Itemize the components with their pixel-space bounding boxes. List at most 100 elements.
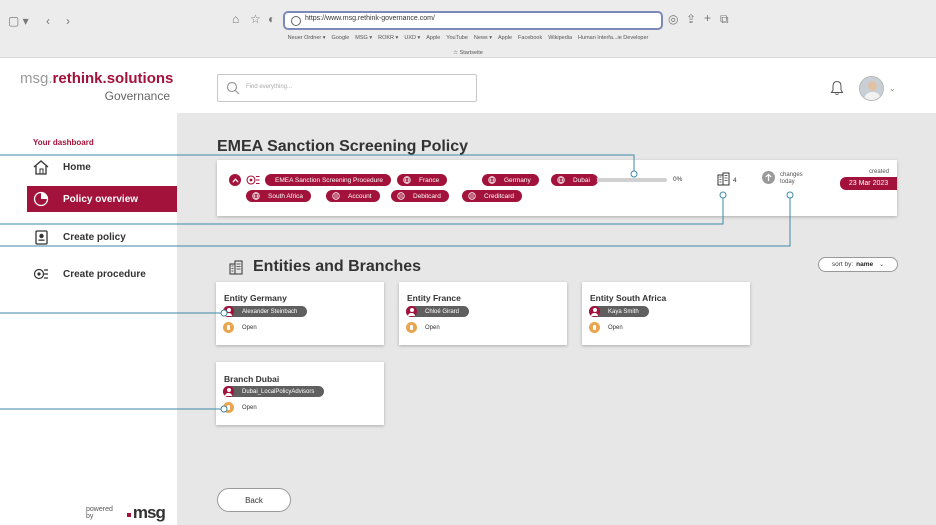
avatar[interactable] (859, 76, 884, 101)
bookmark-item[interactable]: Apple (426, 35, 440, 41)
policy-summary-card: EMEA Sanction Screening Procedure France… (217, 160, 897, 216)
created-label: created (868, 169, 889, 175)
collapse-icon[interactable] (229, 174, 241, 186)
tag-label: Debitcard (413, 192, 441, 200)
globe-icon (557, 176, 565, 184)
status-icon (406, 322, 417, 333)
person-pill[interactable]: Kaya Smith (589, 306, 649, 317)
tag-label: Creditcard (484, 192, 514, 200)
entity-card[interactable]: Branch Dubai Dubai_LocalPolicyAdvisors O… (216, 362, 384, 425)
tag-region-germany[interactable]: Germany (482, 174, 539, 186)
person-name: Alexander Steinbach (242, 308, 298, 315)
reader-icon[interactable]: ◎ (668, 12, 678, 26)
bookmark-item[interactable]: Google (332, 35, 350, 41)
tag-label: South Africa (268, 192, 304, 200)
bookmark-item[interactable]: UXD ▾ (404, 35, 420, 41)
person-name: Kaya Smith (608, 308, 639, 315)
share-icon[interactable]: ⇪ (686, 12, 696, 26)
entity-name: Entity South Africa (590, 293, 667, 303)
bell-icon[interactable] (830, 80, 844, 101)
chevron-down-icon[interactable]: ⌄ (889, 84, 896, 93)
status-text: Open (425, 324, 440, 331)
main-content: EMEA Sanction Screening Policy EMEA Sanc… (177, 113, 936, 525)
bookmark-item[interactable]: MSG ▾ (355, 35, 372, 41)
card-icon (397, 192, 405, 200)
bookmark-item[interactable]: News ▾ (474, 35, 492, 41)
star-icon[interactable]: ☆ (250, 12, 261, 26)
sidebar-item-label: Create policy (63, 231, 126, 243)
start-page-link[interactable]: ☆ Startseite (0, 50, 936, 56)
building-icon (717, 172, 730, 191)
powered-by-label: powered by (86, 506, 113, 520)
bookmark-item[interactable]: YouTube (446, 35, 468, 41)
person-name: Dubai_LocalPolicyAdvisors (242, 388, 315, 395)
bookmark-item[interactable]: Neuer Ordner ▾ (288, 35, 326, 41)
forward-arrow-icon[interactable]: › (66, 14, 70, 28)
shield-icon[interactable]: ◐ (268, 12, 275, 26)
status-icon (589, 322, 600, 333)
logo-prefix: msg. (20, 70, 53, 87)
bookmark-item[interactable]: Apple (498, 35, 512, 41)
sort-value: name (856, 261, 874, 268)
search-placeholder: Find everything... (246, 84, 293, 90)
msg-logo: msg (126, 503, 177, 522)
msg-logo-text: msg (132, 503, 166, 522)
app-logo[interactable]: msg.rethink.solutions Governance (20, 70, 173, 103)
sidebar-item-create-policy[interactable]: Create policy (27, 224, 177, 250)
building-icon (229, 260, 243, 280)
tag-region-france[interactable]: France (397, 174, 448, 186)
changes-line2: today (780, 179, 795, 185)
sidebar-item-home[interactable]: Home (27, 154, 177, 180)
sidebar-toggle-icon[interactable]: ▢ ▾ (8, 14, 29, 28)
new-tab-icon[interactable]: + (704, 11, 711, 25)
person-pill[interactable]: Chloé Girard (406, 306, 470, 317)
bookmark-item[interactable]: ROKR ▾ (378, 35, 398, 41)
bookmark-item[interactable]: Facebook (518, 35, 542, 41)
tag-account[interactable]: Account (326, 190, 380, 202)
tag-label: Dubai (573, 176, 590, 184)
sidebar-item-label: Policy overview (63, 193, 139, 205)
progress-fill (595, 178, 598, 182)
sidebar: msg.rethink.solutions Governance Your da… (0, 58, 177, 525)
tag-procedure[interactable]: EMEA Sanction Screening Procedure (265, 174, 392, 186)
status-row: Open (223, 322, 257, 333)
person-pill[interactable]: Alexander Steinbach (223, 306, 308, 317)
bookmark-item[interactable]: Wikipedia (548, 35, 572, 41)
status-row: Open (223, 402, 257, 413)
tag-label: Account (348, 192, 372, 200)
procedure-icon (33, 266, 49, 282)
search-icon (226, 81, 240, 100)
sort-dropdown[interactable]: sort by: name ⌄ (818, 257, 898, 272)
sidebar-item-policy-overview[interactable]: Policy overview (27, 186, 177, 212)
dashboard-title: Your dashboard (33, 138, 94, 147)
sidebar-item-create-procedure[interactable]: Create procedure (27, 261, 177, 287)
tag-creditcard[interactable]: Creditcard (462, 190, 522, 202)
status-icon (223, 402, 234, 413)
tag-procedure-label: EMEA Sanction Screening Procedure (275, 176, 384, 184)
entity-name: Branch Dubai (224, 374, 280, 384)
tag-region-south-africa[interactable]: South Africa (246, 190, 312, 202)
powered-by: powered by msg (86, 503, 177, 522)
tag-region-dubai[interactable]: Dubai (551, 174, 598, 186)
address-bar[interactable]: https://www.msg.rethink-governance.com/ (283, 11, 663, 30)
bookmark-item[interactable]: Human Interfa...ie Developer (578, 35, 648, 41)
status-row: Open (406, 322, 440, 333)
globe-icon (488, 176, 496, 184)
tabs-overview-icon[interactable]: ⧉ (720, 12, 729, 27)
search-input[interactable]: Find everything... (217, 74, 477, 102)
changes-line1: changes (780, 172, 803, 178)
person-pill[interactable]: Dubai_LocalPolicyAdvisors (223, 386, 325, 397)
entity-card[interactable]: Entity South Africa Kaya Smith Open (582, 282, 750, 345)
chevron-down-icon: ⌄ (879, 262, 885, 268)
entity-card[interactable]: Entity France Chloé Girard Open (399, 282, 567, 345)
home-browser-icon[interactable]: ⌂ (232, 12, 239, 26)
site-info-icon[interactable] (291, 16, 301, 26)
pie-chart-icon (33, 191, 49, 207)
back-button[interactable]: Back (217, 488, 291, 512)
entity-card[interactable]: Entity Germany Alexander Steinbach Open (216, 282, 384, 345)
person-icon (223, 306, 234, 317)
created-date: 23 Mar 2023 (840, 177, 897, 190)
status-row: Open (589, 322, 623, 333)
tag-debitcard[interactable]: Debitcard (391, 190, 449, 202)
back-arrow-icon[interactable]: ‹ (46, 14, 50, 28)
